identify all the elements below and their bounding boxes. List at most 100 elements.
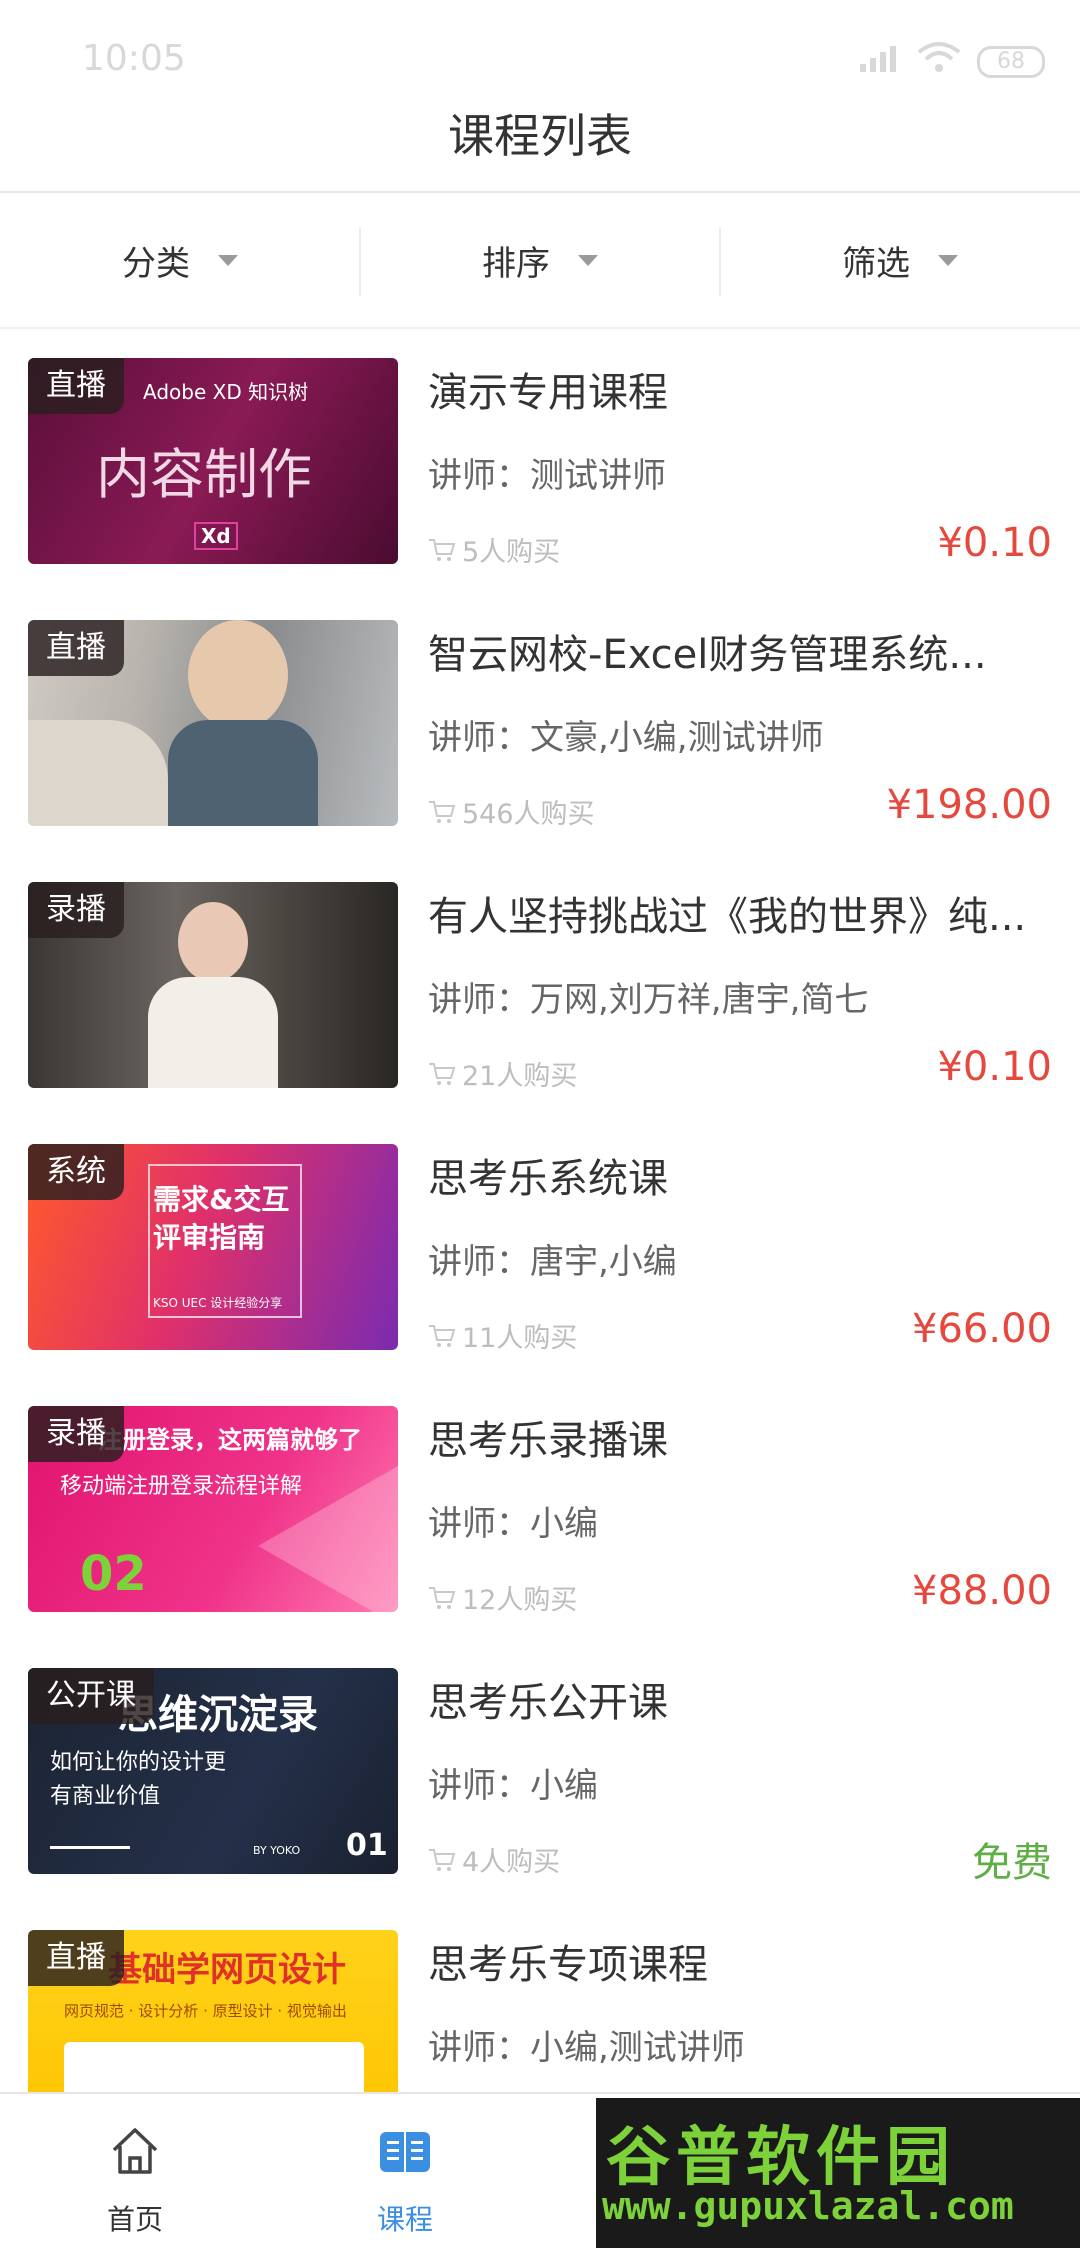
course-buyers-count: 12人购买 (462, 1585, 578, 1616)
course-type-badge: 直播 (28, 358, 124, 414)
tab-home[interactable]: 首页 (0, 2094, 270, 2250)
filter-sort[interactable]: 排序 (360, 193, 720, 327)
course-type-badge: 录播 (28, 1406, 124, 1462)
course-thumbnail: 注册登录，这两篇就够了 移动端注册登录流程详解 02 录播 (28, 1406, 398, 1612)
course-lecturer: 讲师：小编,测试讲师 (428, 2028, 745, 2068)
filter-divider (359, 228, 361, 296)
watermark-logo: 谷普软件园 www.gupuxlazal.com (596, 2098, 1080, 2248)
course-buyers: 11人购买 (428, 1316, 577, 1355)
filter-bar: 分类 排序 筛选 (0, 193, 1080, 327)
thumb-text: 注册登录，这两篇就够了 (98, 1426, 362, 1454)
course-title: 思考乐录播课 (428, 1418, 668, 1464)
thumb-text: 网页规范 · 设计分析 · 原型设计 · 视觉输出 (64, 2002, 347, 2020)
course-buyers: 4人购买 (428, 1840, 560, 1879)
cart-icon (429, 538, 456, 561)
course-thumbnail: 直播 (28, 620, 398, 826)
course-buyers: 546人购买 (428, 792, 595, 831)
filter-divider (719, 228, 721, 296)
course-lecturer: 讲师：小编 (428, 1504, 598, 1544)
course-price: ¥88.00 (912, 1568, 1052, 1614)
course-price: ¥66.00 (912, 1306, 1052, 1352)
thumb-text: 01 (346, 1828, 388, 1863)
course-type-badge: 直播 (28, 620, 124, 676)
thumb-figure (148, 977, 278, 1088)
cart-icon (429, 1848, 456, 1871)
thumb-progress-line (50, 1846, 130, 1849)
course-item[interactable]: 直播 智云网校-Excel财务管理系统... 讲师：文豪,小编,测试讲师 546… (0, 618, 1080, 880)
thumb-text: 移动端注册登录流程详解 (60, 1474, 303, 1499)
caret-down-icon (938, 254, 958, 266)
course-item[interactable]: Adobe XD 知识树 内容制作 Xd 直播 演示专用课程 讲师：测试讲师 5… (0, 356, 1080, 618)
tab-home-label: 首页 (106, 2203, 163, 2236)
course-thumbnail: 录播 (28, 882, 398, 1088)
thumb-text: 如何让你的设计更 (50, 1750, 227, 1775)
thumb-text: KSO UEC 设计经验分享 (153, 1296, 283, 1310)
course-thumbnail: Adobe XD 知识树 内容制作 Xd 直播 (28, 358, 398, 564)
filter-category-label: 分类 (122, 243, 190, 284)
cart-icon (429, 1062, 456, 1085)
course-buyers-count: 21人购买 (462, 1061, 578, 1092)
thumb-rock (28, 720, 168, 826)
course-lecturer: 讲师：万网,刘万祥,唐宇,简七 (428, 980, 869, 1020)
thumb-figure (188, 620, 288, 730)
thumb-text: 需求&交互 (153, 1183, 290, 1216)
tab-courses[interactable]: 课程 (270, 2094, 540, 2250)
course-thumbnail: 思维沉淀录 如何让你的设计更 有商业价值 BY YOKO 01 公开课 (28, 1668, 398, 1874)
thumb-text: Adobe XD 知识树 (143, 380, 309, 404)
battery-indicator: 68 (977, 46, 1045, 78)
thumb-text: 02 (80, 1546, 147, 1602)
thumb-text: 内容制作 (96, 443, 312, 506)
thumb-figure (168, 720, 318, 826)
course-price: 免费 (972, 1840, 1052, 1886)
thumb-text: BY YOKO (253, 1844, 301, 1857)
course-thumbnail: 需求&交互 评审指南 KSO UEC 设计经验分享 系统 (28, 1144, 398, 1350)
course-title: 思考乐专项课程 (428, 1942, 708, 1988)
cart-icon (429, 800, 456, 823)
course-title: 思考乐系统课 (428, 1156, 668, 1202)
filter-sort-label: 排序 (482, 243, 550, 284)
filter-screen[interactable]: 筛选 (720, 193, 1080, 327)
course-lecturer: 讲师：唐宇,小编 (428, 1242, 677, 1282)
course-lecturer: 讲师：文豪,小编,测试讲师 (428, 718, 824, 758)
course-type-badge: 直播 (28, 1930, 124, 1986)
course-buyers-count: 4人购买 (462, 1847, 561, 1878)
course-lecturer: 讲师：小编 (428, 1766, 598, 1806)
caret-down-icon (578, 254, 598, 266)
course-price: ¥198.00 (886, 782, 1052, 828)
course-buyers: 21人购买 (428, 1054, 577, 1093)
thumb-figure (178, 902, 248, 982)
book-icon (380, 2132, 430, 2172)
watermark-url: www.gupuxlazal.com (602, 2184, 1014, 2228)
course-price: ¥0.10 (937, 520, 1052, 566)
tab-courses-label: 课程 (376, 2203, 433, 2236)
course-title: 思考乐公开课 (428, 1680, 668, 1726)
course-title: 智云网校-Excel财务管理系统... (428, 632, 987, 678)
course-type-badge: 公开课 (28, 1668, 154, 1724)
course-buyers-count: 5人购买 (462, 537, 561, 568)
page-title: 课程列表 (448, 109, 632, 163)
course-buyers-count: 11人购买 (462, 1323, 578, 1354)
course-item[interactable]: 注册登录，这两篇就够了 移动端注册登录流程详解 02 录播 思考乐录播课 讲师：… (0, 1404, 1080, 1666)
signal-icon (860, 46, 896, 72)
course-type-badge: 录播 (28, 882, 124, 938)
wifi-icon (917, 42, 961, 72)
caret-down-icon (218, 254, 238, 266)
course-buyers-count: 546人购买 (462, 799, 595, 830)
status-time: 10:05 (82, 38, 186, 79)
filter-category[interactable]: 分类 (0, 193, 360, 327)
thumb-text: 评审指南 (153, 1221, 266, 1254)
course-lecturer: 讲师：测试讲师 (428, 456, 666, 496)
status-bar: 10:05 68 (0, 0, 1080, 110)
course-item[interactable]: 录播 有人坚持挑战过《我的世界》纯... 讲师：万网,刘万祥,唐宇,简七 21人… (0, 880, 1080, 1142)
xd-logo: Xd (194, 522, 238, 550)
filter-screen-label: 筛选 (842, 243, 910, 284)
home-icon (112, 2128, 158, 2174)
course-price: ¥0.10 (937, 1044, 1052, 1090)
thumb-text: 基础学网页设计 (108, 1950, 346, 1990)
course-type-badge: 系统 (28, 1144, 124, 1200)
filter-bottom-divider (0, 327, 1080, 329)
course-item[interactable]: 需求&交互 评审指南 KSO UEC 设计经验分享 系统 思考乐系统课 讲师：唐… (0, 1142, 1080, 1404)
course-title: 演示专用课程 (428, 370, 668, 416)
course-buyers: 12人购买 (428, 1578, 577, 1617)
course-item[interactable]: 思维沉淀录 如何让你的设计更 有商业价值 BY YOKO 01 公开课 思考乐公… (0, 1666, 1080, 1928)
